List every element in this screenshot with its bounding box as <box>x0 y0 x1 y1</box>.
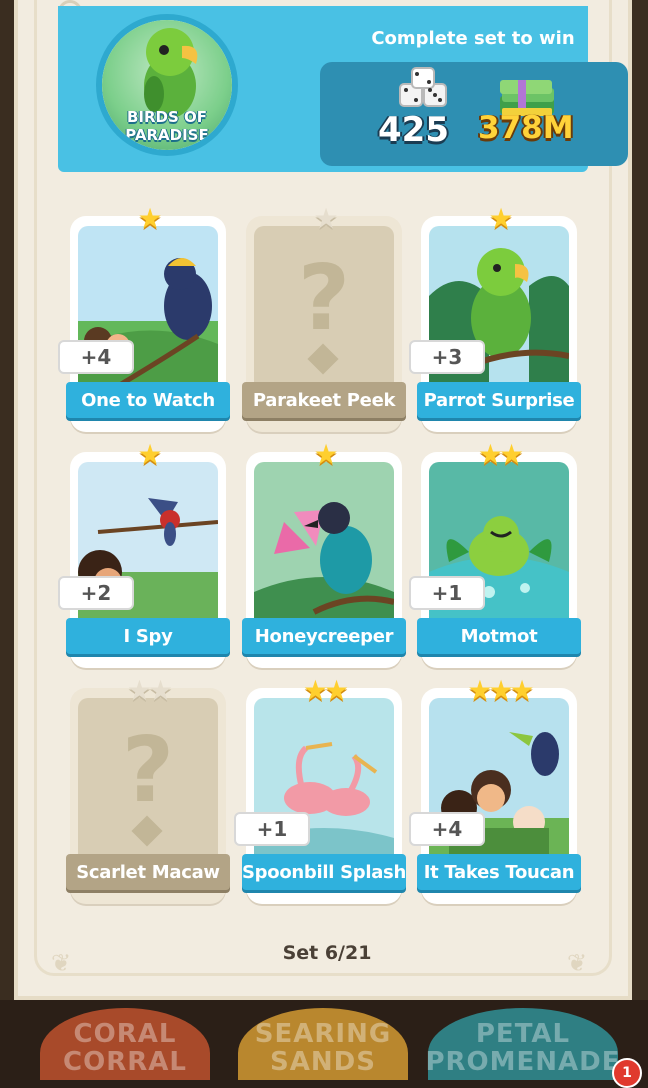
album-badge: BIRDS OF PARADISE <box>96 14 238 156</box>
sticker-card[interactable]: ★ Honeycreeper <box>242 440 406 668</box>
set-counter: Set 6/21 <box>282 942 372 964</box>
locked-card-art: ? <box>78 698 218 868</box>
duplicate-count-badge: +4 <box>58 340 134 374</box>
album-title: BIRDS OF PARADISE <box>125 108 209 144</box>
duplicate-count-badge: +4 <box>409 812 485 846</box>
star-rating-icon: ★ <box>313 202 338 235</box>
sticker-card[interactable]: ★ +2 I Spy <box>58 440 230 668</box>
card-name-label: Parakeet Peek <box>242 382 406 418</box>
backdrop-left <box>0 0 14 1080</box>
duplicate-count-badge: +1 <box>234 812 310 846</box>
sticker-card[interactable]: ★★ +1 Spoonbill Splash <box>234 676 406 904</box>
card-name-label: It Takes Toucan <box>417 854 581 890</box>
notification-badge: 1 <box>612 1058 642 1088</box>
card-name-label: One to Watch <box>66 382 230 418</box>
star-rating-icon: ★★ <box>477 438 524 471</box>
duplicate-count-badge: +1 <box>409 576 485 610</box>
star-rating-icon: ★★ <box>126 674 173 707</box>
parrot-icon <box>144 28 198 118</box>
album-tabs-strip: CORAL CORRAL SEARING SANDS PETAL PROMENA… <box>0 1000 648 1080</box>
card-name-label: Spoonbill Splash <box>242 854 406 890</box>
sticker-card[interactable]: ★ +4 One to Watch <box>58 204 230 432</box>
sticker-card[interactable]: ★★★ +4 It Takes Toucan <box>409 676 581 904</box>
card-name-label: Motmot <box>417 618 581 654</box>
sticker-card[interactable]: ? ★★ Scarlet Macaw <box>66 676 230 904</box>
question-mark-icon: ? <box>121 718 175 823</box>
sticker-card[interactable]: ★ +3 Parrot Surprise <box>409 204 581 432</box>
star-rating-icon: ★ <box>137 438 162 471</box>
duplicate-count-badge: +2 <box>58 576 134 610</box>
locked-card-art: ? <box>254 226 394 396</box>
star-rating-icon: ★★ <box>302 674 349 707</box>
card-name-label: Honeycreeper <box>242 618 406 654</box>
card-name-label: Scarlet Macaw <box>66 854 230 890</box>
sticker-card[interactable]: ★★ +1 Motmot <box>409 440 581 668</box>
card-name-label: Parrot Surprise <box>417 382 581 418</box>
question-mark-icon: ? <box>297 246 351 351</box>
album-tab-searing-sands[interactable]: SEARING SANDS <box>238 1008 408 1080</box>
dice-icon <box>399 67 447 107</box>
sticker-card[interactable]: ? ★ Parakeet Peek <box>242 204 406 432</box>
star-rating-icon: ★★★ <box>467 674 534 707</box>
star-rating-icon: ★ <box>137 202 162 235</box>
star-rating-icon: ★ <box>313 438 338 471</box>
reward-heading: Complete set to win <box>371 28 575 49</box>
star-rating-icon: ★ <box>488 202 513 235</box>
card-name-label: I Spy <box>66 618 230 654</box>
reward-dice-value: 425 <box>378 110 449 150</box>
card-art <box>254 462 394 632</box>
album-tab-petal-promenade[interactable]: PETAL PROMENADE <box>425 1008 620 1080</box>
album-tab-coral-corral[interactable]: CORAL CORRAL <box>40 1008 210 1080</box>
reward-money-value: 378M <box>478 110 574 146</box>
reward-box: 425 378M <box>320 62 628 166</box>
duplicate-count-badge: +3 <box>409 340 485 374</box>
